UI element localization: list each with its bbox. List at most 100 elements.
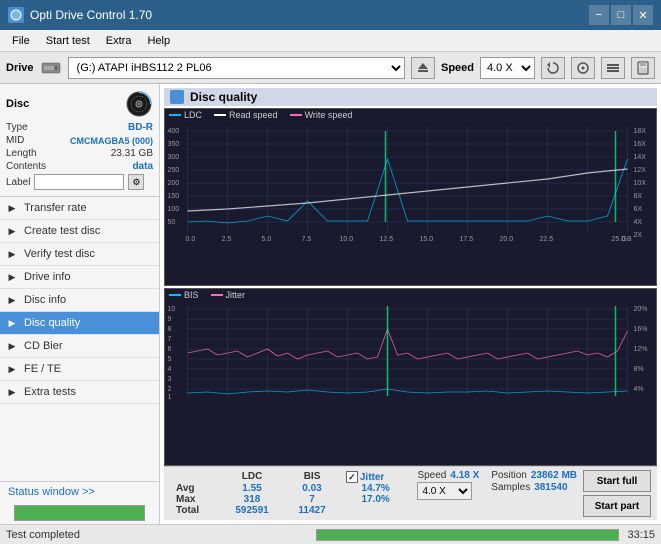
svg-text:3: 3 — [168, 376, 172, 383]
status-window-anchor[interactable]: Status window >> — [8, 486, 95, 498]
svg-text:200: 200 — [168, 180, 180, 187]
progress-bar — [14, 505, 145, 521]
jitter-checkbox[interactable]: ✓ — [346, 471, 358, 483]
nav-verify-test-disc[interactable]: ▶ Verify test disc — [0, 243, 159, 266]
nav-transfer-rate-label: Transfer rate — [24, 202, 87, 214]
avg-jitter: 14.7% — [340, 483, 412, 494]
settings-button[interactable] — [601, 57, 625, 79]
refresh-button[interactable] — [541, 57, 565, 79]
legend-ldc-text: LDC — [184, 110, 202, 120]
legend-read-speed: Read speed — [214, 110, 278, 120]
status-window-link[interactable]: Status window >> — [0, 481, 159, 502]
speed-value: 4.18 X — [450, 470, 479, 481]
menu-file[interactable]: File — [4, 33, 38, 49]
bis-svg: 10 9 8 7 6 5 4 3 2 1 20% 16% 12% 8% 4% — [165, 301, 656, 401]
eject-button[interactable] — [411, 57, 435, 79]
elapsed-time: 33:15 — [627, 529, 655, 541]
speed-select-stats[interactable]: 4.0 X — [417, 482, 472, 500]
minimize-button[interactable]: − — [589, 5, 609, 25]
svg-text:7: 7 — [168, 336, 172, 343]
nav-disc-quality[interactable]: ▶ Disc quality — [0, 312, 159, 335]
nav-drive-info-label: Drive info — [24, 271, 70, 283]
ldc-svg: 400 350 300 250 200 150 100 50 18X 16X 1… — [165, 121, 656, 241]
svg-text:9: 9 — [168, 316, 172, 323]
svg-text:150: 150 — [168, 193, 180, 200]
speed-info: Speed 4.18 X 4.0 X — [411, 470, 485, 517]
svg-text:15.0: 15.0 — [420, 236, 434, 241]
bis-legend: BIS Jitter — [165, 289, 656, 301]
svg-text:50: 50 — [168, 219, 176, 226]
app-title: Opti Drive Control 1.70 — [30, 8, 152, 22]
length-label: Length — [6, 148, 37, 159]
progress-container — [0, 502, 159, 524]
nav-disc-quality-label: Disc quality — [24, 317, 80, 329]
disc-graphic — [125, 90, 153, 118]
svg-text:250: 250 — [168, 167, 180, 174]
svg-text:300: 300 — [168, 154, 180, 161]
svg-text:22.5: 22.5 — [540, 236, 554, 241]
nav-extra-tests-label: Extra tests — [24, 386, 76, 398]
legend-ldc: LDC — [169, 110, 202, 120]
position-label: Position — [491, 470, 527, 481]
nav-disc-info-label: Disc info — [24, 294, 66, 306]
stats-table: LDC BIS ✓ Jitter Avg 1.55 0.03 — [170, 470, 411, 517]
save-button[interactable] — [631, 57, 655, 79]
nav-drive-info[interactable]: ▶ Drive info — [0, 266, 159, 289]
bis-chart: BIS Jitter 10 9 8 7 6 5 — [164, 288, 657, 466]
bottom-bar: Test completed 33:15 — [0, 524, 661, 544]
chart-area: Disc quality LDC Read speed — [160, 84, 661, 524]
nav-items: ▶ Transfer rate ▶ Create test disc ▶ Ver… — [0, 197, 159, 481]
menu-start-test[interactable]: Start test — [38, 33, 98, 49]
svg-text:0.0: 0.0 — [186, 236, 196, 241]
col-bis: BIS — [284, 470, 340, 483]
title-bar: Opti Drive Control 1.70 − □ ✕ — [0, 0, 661, 30]
nav-create-test-disc-label: Create test disc — [24, 225, 100, 237]
svg-text:6: 6 — [168, 346, 172, 353]
close-button[interactable]: ✕ — [633, 5, 653, 25]
menu-bar: File Start test Extra Help — [0, 30, 661, 52]
label-button[interactable]: ⚙ — [128, 174, 144, 190]
nav-create-test-disc[interactable]: ▶ Create test disc — [0, 220, 159, 243]
svg-text:6X: 6X — [634, 206, 643, 213]
menu-extra[interactable]: Extra — [98, 33, 140, 49]
legend-read-speed-text: Read speed — [229, 110, 278, 120]
svg-text:12%: 12% — [634, 346, 648, 353]
bottom-progress-fill — [317, 530, 619, 540]
nav-cd-bier[interactable]: ▶ CD Bier — [0, 335, 159, 358]
disc-panel: Disc Type BD-R MID CMCMAGBA5 (000) Lengt… — [0, 84, 159, 197]
speed-label: Speed — [441, 62, 474, 74]
speed-select[interactable]: 4.0 X — [480, 57, 535, 79]
menu-help[interactable]: Help — [139, 33, 178, 49]
start-buttons: Start full Start part — [583, 470, 651, 517]
speed-key: Speed — [417, 470, 446, 481]
svg-text:4%: 4% — [634, 386, 644, 393]
legend-bis: BIS — [169, 290, 199, 300]
window-controls: − □ ✕ — [589, 5, 653, 25]
avg-ldc: 1.55 — [220, 483, 284, 494]
drive-select[interactable]: (G:) ATAPI iHBS112 2 PL06 — [68, 57, 405, 79]
svg-text:8: 8 — [168, 326, 172, 333]
svg-text:16X: 16X — [634, 141, 647, 148]
chart-title: Disc quality — [190, 90, 257, 104]
legend-write-speed-text: Write speed — [305, 110, 353, 120]
samples-value: 381540 — [534, 482, 567, 493]
maximize-button[interactable]: □ — [611, 5, 631, 25]
nav-fe-te[interactable]: ▶ FE / TE — [0, 358, 159, 381]
disc-button[interactable] — [571, 57, 595, 79]
main-content: Disc Type BD-R MID CMCMAGBA5 (000) Lengt… — [0, 84, 661, 524]
svg-text:2X: 2X — [634, 232, 643, 239]
ldc-chart: LDC Read speed Write speed 400 — [164, 108, 657, 286]
start-part-button[interactable]: Start part — [583, 495, 651, 517]
svg-text:18X: 18X — [634, 128, 647, 135]
svg-text:350: 350 — [168, 141, 180, 148]
drive-label: Drive — [6, 62, 34, 74]
start-full-button[interactable]: Start full — [583, 470, 651, 492]
nav-extra-tests[interactable]: ▶ Extra tests — [0, 381, 159, 404]
legend-jitter: Jitter — [211, 290, 246, 300]
position-value: 23862 MB — [531, 470, 577, 481]
disc-title: Disc — [6, 98, 29, 110]
label-input[interactable] — [34, 174, 124, 190]
nav-transfer-rate[interactable]: ▶ Transfer rate — [0, 197, 159, 220]
nav-disc-info[interactable]: ▶ Disc info — [0, 289, 159, 312]
svg-text:2: 2 — [168, 386, 172, 393]
